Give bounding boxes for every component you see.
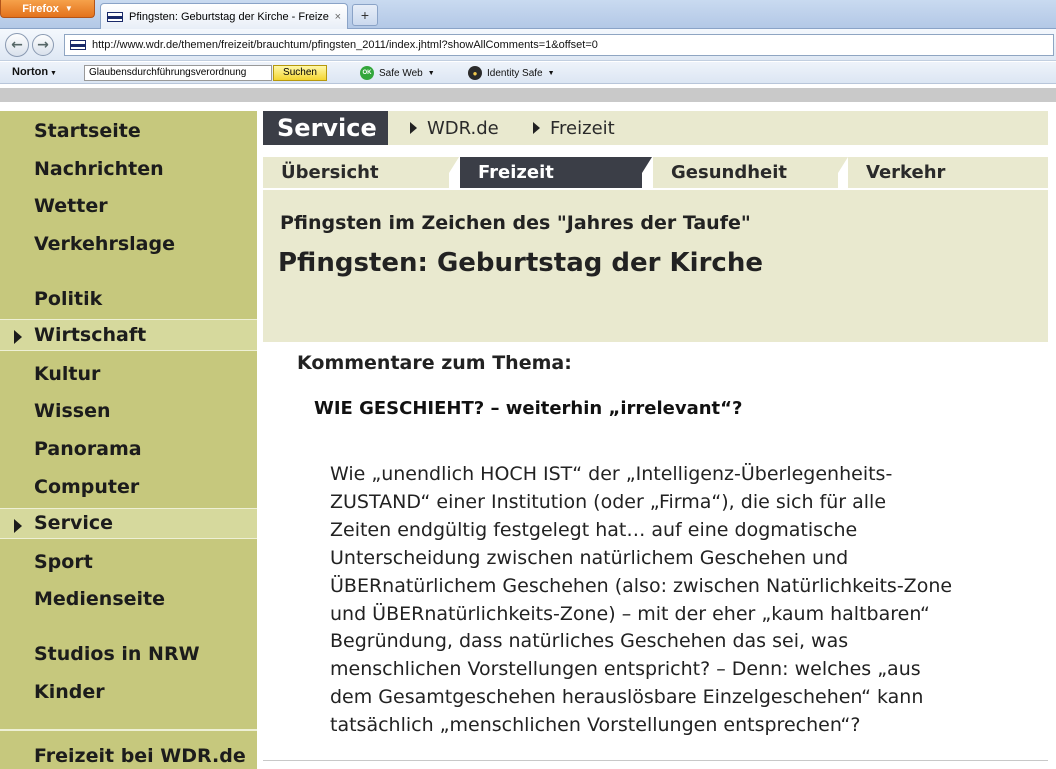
caret-right-icon: [14, 330, 22, 344]
new-tab-button[interactable]: +: [352, 4, 378, 26]
sidebar-item-sport[interactable]: Sport: [0, 546, 257, 578]
caret-right-icon: [14, 519, 22, 533]
browser-titlebar: Firefox ▼ Pfingsten: Geburtstag der Kirc…: [0, 0, 1056, 29]
page-top-band: [0, 88, 1056, 102]
section-tabs: Übersicht Freizeit Gesundheit Verkehr: [263, 157, 1048, 188]
caret-right-icon: [533, 122, 540, 134]
norton-toolbar: Norton ▼ Glaubensdurchführungsverordnung…: [0, 62, 1056, 84]
redacted-area: [830, 390, 1005, 420]
chevron-down-icon: ▼: [547, 69, 555, 77]
tab-uebersicht[interactable]: Übersicht: [263, 157, 459, 188]
close-tab-icon[interactable]: ×: [335, 11, 341, 23]
tab-title: Pfingsten: Geburtstag der Kirche - Freiz…: [129, 10, 329, 23]
sidebar-nav: Startseite Nachrichten Wetter Verkehrsla…: [0, 111, 257, 769]
forward-button[interactable]: →: [32, 34, 54, 56]
section-title: Service: [263, 111, 388, 145]
breadcrumb-label: WDR.de: [427, 117, 499, 139]
sidebar-item-nachrichten[interactable]: Nachrichten: [0, 153, 257, 185]
comment-title: WIE GESCHIEHT? – weiterhin „irrelevant“?: [314, 398, 743, 419]
identity-safe-menu[interactable]: ● Identity Safe ▼: [468, 66, 555, 80]
norton-label: Norton: [12, 66, 49, 78]
tab-freizeit[interactable]: Freizeit: [460, 157, 652, 188]
breadcrumb-label: Freizeit: [550, 117, 615, 139]
sidebar-item-wissen[interactable]: Wissen: [0, 395, 257, 427]
sidebar-item-label: Service: [34, 512, 113, 534]
divider: [263, 760, 1048, 761]
sidebar-item-freizeit-bei-wdr[interactable]: Freizeit bei WDR.de: [0, 740, 257, 769]
comments-heading: Kommentare zum Thema:: [297, 352, 572, 374]
sidebar-item-politik[interactable]: Politik: [0, 283, 257, 315]
back-button[interactable]: ←: [5, 33, 29, 57]
caret-right-icon: [410, 122, 417, 134]
navigation-bar: ← → http://www.wdr.de/themen/freizeit/br…: [0, 29, 1056, 61]
sidebar-divider: [0, 729, 257, 731]
site-identity-icon: [70, 40, 86, 50]
safe-web-ok-icon: OK: [360, 66, 374, 80]
sidebar-item-kinder[interactable]: Kinder: [0, 676, 257, 708]
sidebar-divider: [0, 350, 257, 351]
tab-gesundheit[interactable]: Gesundheit: [653, 157, 848, 188]
sidebar-item-studios-in-nrw[interactable]: Studios in NRW: [0, 638, 257, 670]
sidebar-item-wirtschaft[interactable]: Wirtschaft: [0, 320, 257, 350]
safe-web-menu[interactable]: OK Safe Web ▼: [360, 66, 435, 80]
redacted-area: [312, 428, 452, 446]
sidebar-item-medienseite[interactable]: Medienseite: [0, 583, 257, 615]
norton-search-input[interactable]: Glaubensdurchführungsverordnung: [84, 65, 272, 81]
sidebar-item-verkehrslage[interactable]: Verkehrslage: [0, 228, 257, 260]
sidebar-item-startseite[interactable]: Startseite: [0, 115, 257, 147]
breadcrumb-item-freizeit[interactable]: Freizeit: [533, 111, 615, 145]
address-bar[interactable]: http://www.wdr.de/themen/freizeit/brauch…: [64, 34, 1054, 56]
wdr-favicon-icon: [107, 11, 123, 22]
search-button[interactable]: Suchen: [273, 65, 327, 81]
sidebar-item-wetter[interactable]: Wetter: [0, 190, 257, 222]
lock-icon: ●: [468, 66, 482, 80]
sidebar-item-computer[interactable]: Computer: [0, 471, 257, 503]
article-kicker: Pfingsten im Zeichen des "Jahres der Tau…: [280, 212, 751, 234]
chevron-down-icon: ▼: [48, 70, 57, 77]
breadcrumb: WDR.de Freizeit: [388, 111, 1048, 145]
chevron-down-icon: ▼: [427, 69, 435, 77]
sidebar-item-kultur[interactable]: Kultur: [0, 358, 257, 390]
dropdown-arrow-icon: ▼: [64, 4, 73, 13]
sidebar-divider: [0, 538, 257, 539]
safe-web-label: Safe Web: [379, 67, 423, 79]
comment-body: Wie „unendlich HOCH IST“ der „Intelligen…: [330, 463, 953, 737]
sidebar-item-panorama[interactable]: Panorama: [0, 433, 257, 465]
browser-tab[interactable]: Pfingsten: Geburtstag der Kirche - Freiz…: [100, 3, 348, 29]
tab-verkehr[interactable]: Verkehr: [848, 157, 1048, 188]
firefox-menu-button[interactable]: Firefox ▼: [0, 0, 95, 18]
firefox-menu-label: Firefox: [22, 2, 59, 15]
url-text: http://www.wdr.de/themen/freizeit/brauch…: [92, 39, 598, 51]
identity-safe-label: Identity Safe: [487, 67, 543, 79]
sidebar-item-label: Wirtschaft: [34, 324, 147, 346]
breadcrumb-item-wdr[interactable]: WDR.de: [410, 111, 499, 145]
norton-menu[interactable]: Norton ▼: [12, 66, 57, 78]
sidebar-item-service[interactable]: Service: [0, 509, 257, 538]
page-title: Pfingsten: Geburtstag der Kirche: [278, 248, 763, 278]
